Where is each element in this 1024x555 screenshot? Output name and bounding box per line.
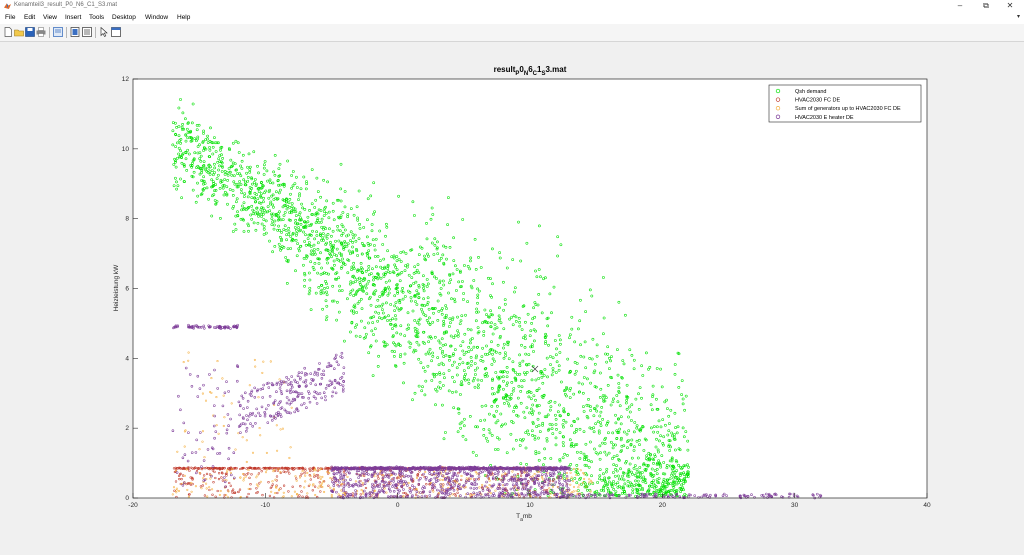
close-button[interactable]: ✕ (996, 0, 1024, 12)
menu-tools[interactable]: Tools (89, 14, 104, 21)
menu-window[interactable]: Window (145, 14, 168, 21)
plot-area (133, 79, 927, 498)
toolbar-separator (49, 27, 50, 38)
scatter-chart[interactable]: -20 -10 0 10 20 30 40024681012 resultP0N6C1S3.… (0, 42, 1024, 555)
window-title: Kenamteil3_result_P0_N6_C1_S3.mat (14, 2, 118, 8)
save-icon[interactable] (25, 27, 35, 37)
print-icon[interactable] (36, 27, 46, 37)
menu-desktop[interactable]: Desktop (112, 14, 136, 21)
menu-edit[interactable]: Edit (24, 14, 35, 21)
menu-bar: File Edit View Insert Tools Desktop Wind… (0, 12, 1024, 24)
menu-view[interactable]: View (43, 14, 57, 21)
dock-icon[interactable] (111, 27, 121, 37)
menu-insert[interactable]: Insert (65, 14, 81, 21)
insert-legend-icon[interactable] (82, 27, 92, 37)
toolbar-separator (66, 27, 67, 38)
window-titlebar: Kenamteil3_result_P0_N6_C1_S3.mat – ⧉ ✕ (0, 0, 1024, 12)
toolbar-separator (95, 27, 96, 38)
matlab-app-icon (4, 3, 11, 9)
menu-file[interactable]: File (5, 14, 15, 21)
menu-overflow-arrow-icon[interactable]: ▾ (1017, 13, 1020, 20)
new-figure-icon[interactable] (3, 27, 13, 37)
link-plot-icon[interactable] (70, 27, 80, 37)
minimize-button[interactable]: – (946, 0, 974, 12)
print-preview-icon[interactable] (53, 27, 63, 37)
edit-plot-icon[interactable] (99, 27, 109, 37)
menu-help[interactable]: Help (177, 14, 190, 21)
open-file-icon[interactable] (14, 27, 24, 37)
figure-toolbar (0, 24, 1024, 42)
figure-canvas: -20 -10 0 10 20 30 40 0 2 4 6 8 10 12 resultP0N6C1S3.… (0, 42, 1024, 555)
